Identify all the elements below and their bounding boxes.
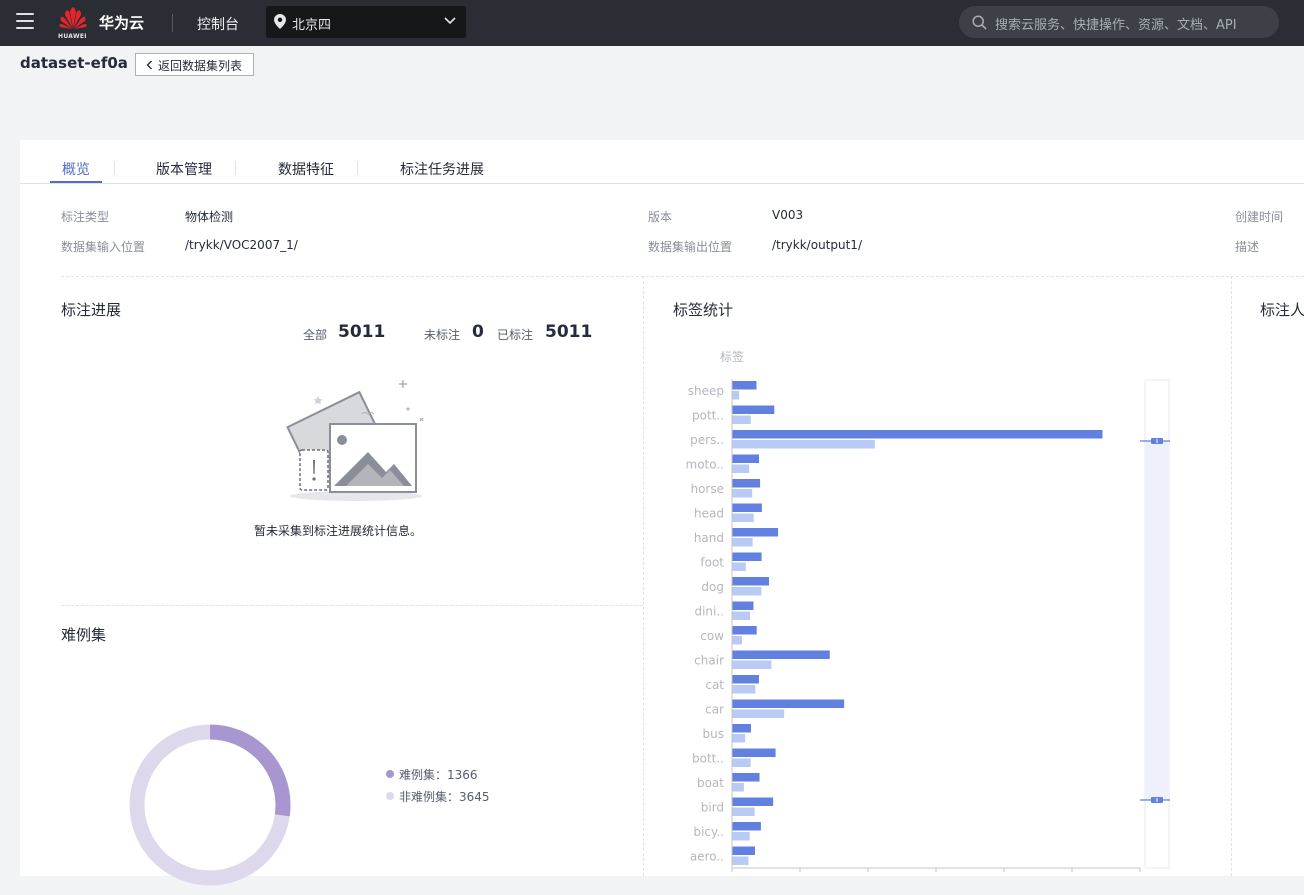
tab-separator	[235, 161, 236, 175]
search-placeholder: 搜索云服务、快捷操作、资源、文档、API	[995, 18, 1237, 33]
brand-name[interactable]: 华为云	[99, 12, 144, 33]
hard-legend-label: 难例集：1366	[399, 768, 478, 782]
hard-examples-title: 难例集	[61, 626, 107, 644]
version-value: V003	[772, 208, 804, 222]
tab-version-management[interactable]: 版本管理	[156, 159, 212, 179]
huawei-logo[interactable]: HUAWEI	[58, 6, 88, 40]
dataset-overview-card: 概览 版本管理 数据特征 标注任务进展 标注类型 物体检测 版本 V003 创建…	[20, 140, 1304, 886]
nonhard-legend-label: 非难例集：3645	[399, 790, 490, 804]
total-value: 5011	[338, 322, 386, 342]
labeled-label: 已标注	[497, 328, 534, 342]
unlabeled-label: 未标注	[424, 328, 461, 342]
tab-data-features[interactable]: 数据特征	[278, 159, 334, 179]
progress-empty-message: 暂未采集到标注进展统计信息。	[254, 524, 423, 538]
output-location-label: 数据集输出位置	[648, 240, 733, 254]
logo-wordmark: HUAWEI	[58, 33, 87, 40]
region-selector[interactable]: 北京四	[266, 6, 466, 38]
back-button-label: 返回数据集列表	[158, 59, 243, 73]
label-type-value: 物体检测	[185, 210, 234, 224]
console-link[interactable]: 控制台	[197, 14, 239, 34]
empty-state-illustration	[286, 380, 424, 501]
created-time-label: 创建时间	[1235, 210, 1284, 224]
section-divider	[61, 276, 1304, 277]
menu-icon[interactable]	[16, 13, 34, 31]
hard-legend-marker	[386, 770, 394, 778]
annotator-section-title: 标注人	[1260, 301, 1304, 319]
labeled-value: 5011	[545, 322, 593, 342]
total-label: 全部	[303, 328, 328, 342]
tab-overview[interactable]: 概览	[62, 159, 90, 179]
label-type-label: 标注类型	[61, 210, 110, 224]
version-label: 版本	[648, 210, 673, 224]
tab-bar: 概览 版本管理 数据特征 标注任务进展	[20, 140, 1304, 184]
nonhard-legend-marker	[386, 792, 394, 800]
tab-separator	[114, 161, 115, 175]
region-label: 北京四	[292, 18, 332, 33]
label-stats-title: 标签统计	[673, 301, 734, 319]
active-tab-indicator	[50, 181, 102, 183]
tab-separator	[357, 161, 358, 175]
global-search-input[interactable]: 搜索云服务、快捷操作、资源、文档、API	[959, 6, 1279, 38]
hard-examples-donut-chart	[129, 724, 291, 886]
description-label: 描述	[1235, 240, 1260, 254]
location-pin-icon	[274, 14, 286, 29]
tab-labeling-progress[interactable]: 标注任务进展	[400, 159, 484, 179]
dataset-title: dataset-ef0a	[20, 54, 128, 72]
input-location-value: /trykk/VOC2007_1/	[185, 238, 298, 252]
topbar-divider	[172, 14, 173, 32]
column-divider	[1231, 276, 1232, 876]
huawei-flower-icon	[59, 7, 87, 29]
chevron-down-icon	[444, 17, 456, 25]
top-nav-bar: HUAWEI 华为云 控制台 北京四 搜索云服务、快捷操作、资源、文档、API	[0, 0, 1304, 46]
unlabeled-value: 0	[472, 322, 484, 342]
progress-section-title: 标注进展	[61, 301, 122, 319]
column-divider	[643, 276, 644, 876]
input-location-label: 数据集输入位置	[61, 240, 146, 254]
section-divider	[61, 605, 643, 606]
chevron-left-icon	[146, 60, 152, 70]
output-location-value: /trykk/output1/	[772, 238, 862, 252]
search-icon	[972, 15, 987, 30]
back-to-list-button[interactable]: 返回数据集列表	[135, 53, 254, 76]
